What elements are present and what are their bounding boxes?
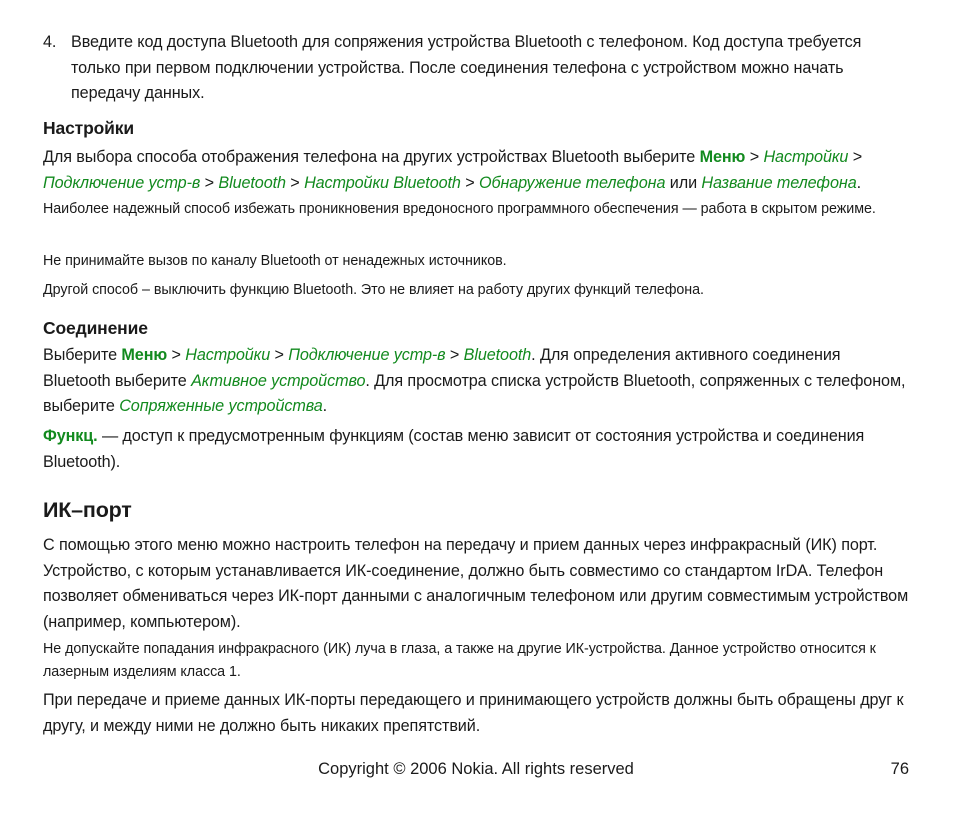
settings-note-untrusted-calls: Не принимайте вызов по каналу Bluetooth …	[43, 253, 507, 269]
options-description: — доступ к предусмотренным функциям (сос…	[43, 427, 865, 471]
path-separator: >	[745, 148, 764, 166]
menu-path-item-active-device: Активное устройство	[191, 371, 366, 390]
list-item: 4. Введите код доступа Bluetooth для соп…	[43, 30, 909, 107]
path-separator: >	[285, 173, 305, 192]
infrared-laser-warning: Не допускайте попадания инфракрасного (И…	[43, 641, 876, 680]
menu-path-item-bluetooth: Bluetooth	[218, 173, 286, 192]
path-tail: .	[856, 173, 862, 192]
menu-keyword: Меню	[699, 148, 746, 166]
path-separator: >	[167, 346, 186, 364]
path-separator: >	[200, 173, 219, 192]
settings-menu-path-paragraph: Для выбора способа отображения телефона …	[43, 145, 909, 196]
list-item-text: Введите код доступа Bluetooth для сопряж…	[71, 33, 862, 102]
menu-path-item-connectivity: Подключение устр-в	[288, 346, 446, 364]
menu-path-item-settings: Настройки	[185, 346, 271, 364]
menu-path-item-phone-name: Название телефона	[701, 173, 857, 192]
page-footer: Copyright © 2006 Nokia. All rights reser…	[43, 760, 909, 786]
path-conjunction: или	[665, 173, 702, 192]
heading-connection: Соединение	[43, 318, 148, 338]
numbered-list: 4. Введите код доступа Bluetooth для соп…	[43, 30, 909, 107]
path-separator: >	[270, 346, 289, 364]
menu-path-item-bluetooth-settings: Настройки Bluetooth	[304, 173, 461, 192]
menu-path-item-settings: Настройки	[763, 148, 849, 166]
infrared-alignment-paragraph: При передаче и приеме данных ИК-порты пе…	[43, 691, 904, 735]
copyright-notice: Copyright © 2006 Nokia. All rights reser…	[318, 760, 634, 778]
path-separator: >	[445, 346, 464, 364]
menu-path-item-connectivity: Подключение устр-в	[43, 173, 201, 192]
page-content-area: 4. Введите код доступа Bluetooth для соп…	[43, 0, 909, 829]
path-tail: .	[322, 397, 328, 415]
connection-path-lead: Выберите	[43, 346, 122, 364]
menu-path-item-phone-visibility: Обнаружение телефона	[478, 173, 666, 192]
heading-settings: Настройки	[43, 118, 134, 138]
connection-options-paragraph: Функц. — доступ к предусмотренным функци…	[43, 424, 909, 475]
connection-menu-path-paragraph: Выберите Меню > Настройки > Подключение …	[43, 343, 909, 420]
list-item-marker: 4.	[43, 33, 57, 51]
menu-path-item-bluetooth: Bluetooth	[463, 346, 532, 364]
menu-keyword: Меню	[121, 346, 168, 364]
settings-path-lead: Для выбора способа отображения телефона …	[43, 148, 700, 166]
heading-infrared-port: ИК–порт	[43, 498, 132, 522]
path-separator: >	[848, 148, 863, 166]
document-page: { "colors": { "accent_green": "#128a1e",…	[0, 0, 954, 829]
settings-note-switch-off: Другой способ – выключить функцию Blueto…	[43, 282, 704, 298]
infrared-body-paragraph: С помощью этого меню можно настроить тел…	[43, 536, 909, 631]
settings-note-hidden-mode: Наиболее надежный способ избежать проник…	[43, 201, 876, 217]
options-softkey-label: Функц.	[43, 427, 98, 445]
menu-path-item-paired-devices: Сопряженные устройства	[119, 397, 323, 415]
path-separator: >	[460, 173, 479, 192]
page-number: 76	[890, 760, 909, 778]
